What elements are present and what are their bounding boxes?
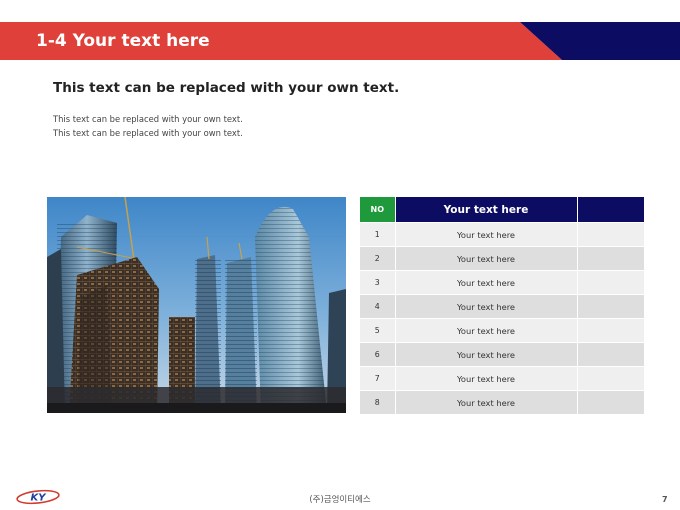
footer-company-name: (주)금엉이티에스 — [309, 495, 371, 505]
table-row: 1 Your text here — [360, 222, 644, 247]
table-cell-blank — [576, 246, 644, 271]
table-cell-no: 3 — [360, 270, 395, 295]
skyscraper-illustration — [47, 197, 346, 413]
slide-title: 1-4 Your text here — [36, 31, 210, 51]
body-line: This text can be replaced with your own … — [53, 114, 243, 124]
body-line: This text can be replaced with your own … — [53, 128, 243, 138]
table-row: 5 Your text here — [360, 318, 644, 343]
table-cell-blank — [576, 270, 644, 295]
table-row: 2 Your text here — [360, 246, 644, 271]
body-text: This text can be replaced with your own … — [53, 112, 243, 140]
table-cell-text: Your text here — [394, 390, 577, 414]
table-cell-no: 2 — [360, 246, 395, 271]
table-cell-blank — [576, 294, 644, 319]
table-row: 6 Your text here — [360, 342, 644, 367]
table-cell-text: Your text here — [394, 366, 577, 391]
table-cell-no: 8 — [360, 390, 395, 414]
table-row: 4 Your text here — [360, 294, 644, 319]
table-header-blank — [576, 197, 644, 223]
table-cell-text: Your text here — [394, 222, 577, 247]
table-header-text: Your text here — [394, 197, 577, 223]
table-cell-no: 6 — [360, 342, 395, 367]
table-cell-no: 7 — [360, 366, 395, 391]
table-cell-text: Your text here — [394, 318, 577, 343]
table-cell-no: 4 — [360, 294, 395, 319]
table-cell-no: 1 — [360, 222, 395, 247]
page-number: 7 — [662, 495, 668, 504]
slide-subtitle: This text can be replaced with your own … — [53, 80, 400, 96]
table-header-row: NO Your text here — [360, 197, 644, 223]
data-table: NO Your text here 1 Your text here 2 You… — [360, 197, 644, 414]
table-cell-blank — [576, 366, 644, 391]
table-header-no: NO — [360, 197, 395, 223]
table-cell-text: Your text here — [394, 342, 577, 367]
table-cell-blank — [576, 342, 644, 367]
table-cell-text: Your text here — [394, 270, 577, 295]
table-row: 7 Your text here — [360, 366, 644, 391]
table-cell-blank — [576, 222, 644, 247]
table-cell-text: Your text here — [394, 294, 577, 319]
table-row: 3 Your text here — [360, 270, 644, 295]
table-row: 8 Your text here — [360, 390, 644, 414]
table-cell-blank — [576, 318, 644, 343]
table-cell-blank — [576, 390, 644, 414]
table-cell-text: Your text here — [394, 246, 577, 271]
table-cell-no: 5 — [360, 318, 395, 343]
skyscraper-photo — [47, 197, 346, 413]
